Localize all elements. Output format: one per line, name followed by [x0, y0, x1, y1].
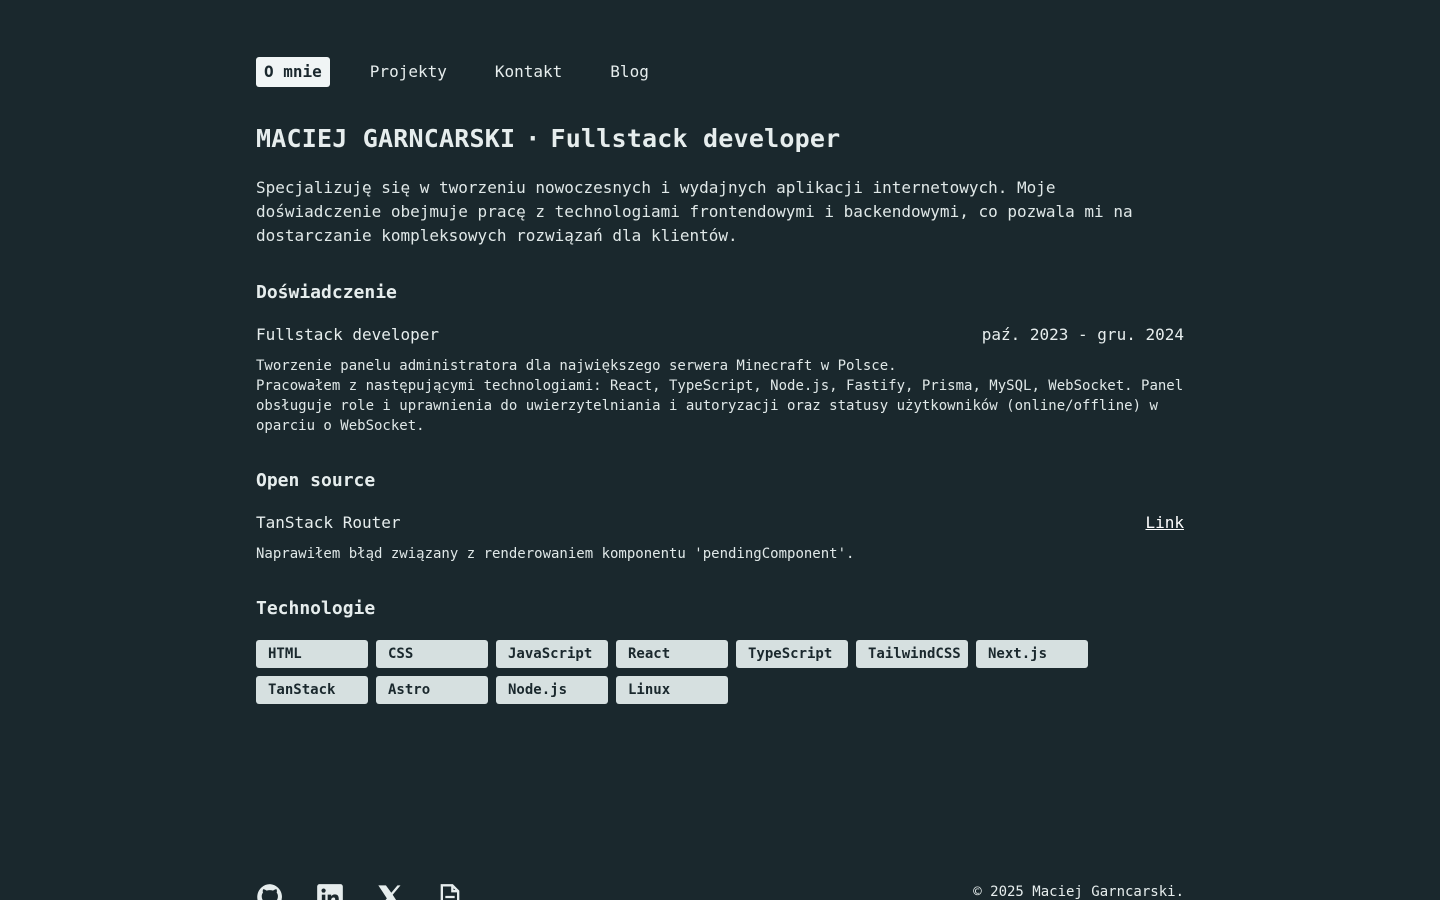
tech-tag-typescript: TypeScript	[736, 640, 848, 668]
author-role: Fullstack developer	[550, 124, 841, 153]
experience-description-line1: Tworzenie panelu administratora dla najw…	[256, 358, 897, 374]
experience-item: Fullstack developer paź. 2023 - gru. 202…	[256, 325, 1184, 344]
opensource-heading: Open source	[256, 470, 376, 491]
nav-item-kontakt[interactable]: Kontakt	[487, 57, 570, 87]
tech-tag-tailwindcss: TailwindCSS	[856, 640, 968, 668]
opensource-link[interactable]: Link	[1145, 513, 1184, 532]
author-name: MACIEJ GARNCARSKI	[256, 124, 516, 153]
main-nav: O mnie Projekty Kontakt Blog	[256, 57, 689, 87]
tech-tag-tanstack: TanStack	[256, 676, 368, 704]
tech-tag-nextjs: Next.js	[976, 640, 1088, 668]
opensource-title: TanStack Router	[256, 513, 401, 532]
copyright-text: © 2025 Maciej Garncarski.	[973, 884, 1184, 900]
opensource-description: Naprawiłem błąd związany z renderowaniem…	[256, 546, 855, 562]
experience-description: Tworzenie panelu administratora dla najw…	[256, 356, 1184, 436]
experience-heading: Doświadczenie	[256, 282, 397, 303]
document-icon[interactable]	[436, 883, 466, 900]
x-icon[interactable]	[376, 883, 406, 900]
intro-text: Specjalizuję się w tworzeniu nowoczesnyc…	[256, 178, 1133, 245]
linkedin-icon[interactable]	[316, 883, 346, 900]
nav-item-o-mnie[interactable]: O mnie	[256, 57, 330, 87]
technologies-list: HTML CSS JavaScript React TypeScript Tai…	[256, 640, 1116, 712]
nav-item-projekty[interactable]: Projekty	[362, 57, 455, 87]
experience-description-line2: Pracowałem z następującymi technologiami…	[256, 378, 1184, 434]
technologies-heading: Technologie	[256, 598, 376, 619]
experience-dates: paź. 2023 - gru. 2024	[981, 325, 1184, 344]
title-separator: ·	[525, 124, 541, 153]
github-icon[interactable]	[256, 883, 286, 900]
page-title: MACIEJ GARNCARSKI · Fullstack developer	[256, 124, 840, 153]
experience-title: Fullstack developer	[256, 325, 440, 344]
tech-tag-html: HTML	[256, 640, 368, 668]
tech-tag-astro: Astro	[376, 676, 488, 704]
opensource-item: TanStack Router Link	[256, 513, 1184, 532]
tech-tag-javascript: JavaScript	[496, 640, 608, 668]
tech-tag-react: React	[616, 640, 728, 668]
tech-tag-nodejs: Node.js	[496, 676, 608, 704]
nav-item-blog[interactable]: Blog	[602, 57, 657, 87]
social-links	[256, 883, 496, 900]
tech-tag-css: CSS	[376, 640, 488, 668]
tech-tag-linux: Linux	[616, 676, 728, 704]
